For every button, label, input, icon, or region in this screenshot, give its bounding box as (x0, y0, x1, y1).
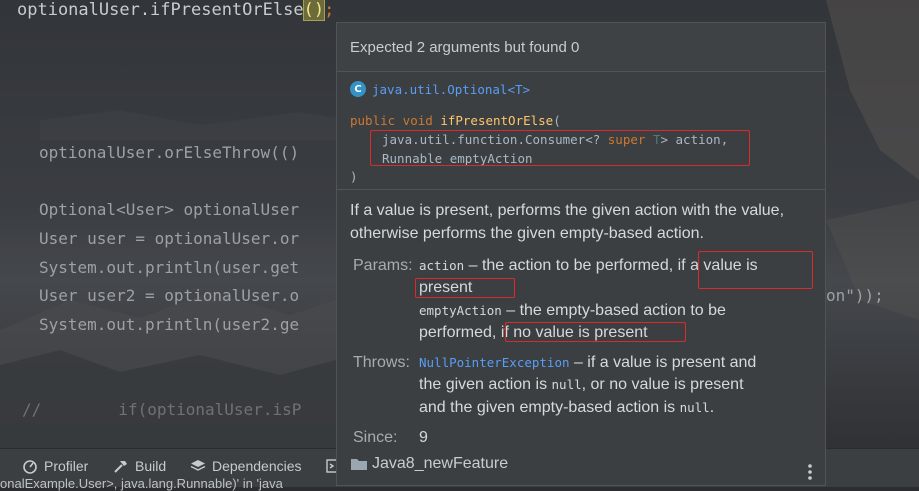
param-empty-action: emptyAction – the empty-based action to … (419, 302, 726, 319)
profiler-icon (23, 460, 37, 474)
build-tab[interactable]: Build (113, 455, 166, 477)
build-label: Build (135, 458, 167, 474)
exception-link[interactable]: NullPointerException (419, 355, 570, 370)
code-comment-line[interactable]: // if(optionalUser.isP (22, 400, 301, 419)
method-signature: C java.util.Optional<T> public void ifPr… (337, 72, 825, 190)
since-label: Since: (353, 429, 398, 446)
status-message: onalExample.User>, java.lang.Runnable)' … (0, 476, 283, 491)
profiler-tab[interactable]: Profiler (22, 455, 88, 477)
code-line[interactable]: optionalUser.orElseThrow(() (39, 143, 299, 162)
module-name: Java8_newFeature (372, 455, 509, 472)
code-text: optionalUser.ifPresentOrElse (17, 0, 304, 20)
code-line[interactable]: User user = optionalUser.or (39, 229, 299, 248)
layers-icon (190, 460, 206, 471)
signature-line-4: ) (350, 169, 358, 184)
more-options-icon[interactable] (807, 463, 813, 481)
documentation-popup[interactable]: Expected 2 arguments but found 0 C java.… (336, 22, 826, 486)
class-reference[interactable]: C java.util.Optional<T> (350, 81, 530, 97)
code-line[interactable]: System.out.println(user.get (39, 258, 299, 277)
hammer-icon (114, 461, 127, 473)
signature-line-1: public void ifPresentOrElse( (350, 113, 561, 128)
code-line[interactable]: User user2 = optionalUser.o (39, 286, 299, 305)
caret-parens: () (302, 0, 326, 21)
throws-line-3: and the given empty-based action is null… (419, 399, 715, 416)
dependencies-label: Dependencies (212, 458, 302, 474)
code-line[interactable]: System.out.println(user2.ge (39, 315, 299, 334)
folder-icon (351, 459, 367, 470)
profiler-label: Profiler (44, 458, 89, 474)
dependencies-tab[interactable]: Dependencies (190, 455, 302, 477)
code-line[interactable]: Optional<User> optionalUser (39, 200, 299, 219)
method-description: If a value is present, performs the give… (350, 202, 785, 242)
throws-label: Throws: (353, 354, 410, 371)
annotation-box (370, 130, 750, 166)
annotation-box (415, 278, 515, 298)
class-icon: C (350, 81, 366, 97)
annotation-box (698, 251, 813, 289)
throws-line-2: the given action is null, or no value is… (419, 376, 744, 393)
error-message: Expected 2 arguments but found 0 (337, 23, 825, 72)
module-reference[interactable]: Java8_newFeature (350, 455, 508, 473)
code-line-if-present-or-else[interactable]: optionalUser.ifPresentOrElse(); (17, 0, 335, 21)
params-label: Params: (353, 257, 413, 274)
code-line-fragment[interactable]: on")); (826, 286, 884, 305)
since-value: 9 (419, 429, 428, 446)
throws-line-1: NullPointerException – if a value is pre… (419, 354, 757, 371)
class-link[interactable]: java.util.Optional<T> (372, 82, 530, 97)
annotation-box (505, 322, 686, 342)
code-semicolon: ; (324, 0, 335, 20)
